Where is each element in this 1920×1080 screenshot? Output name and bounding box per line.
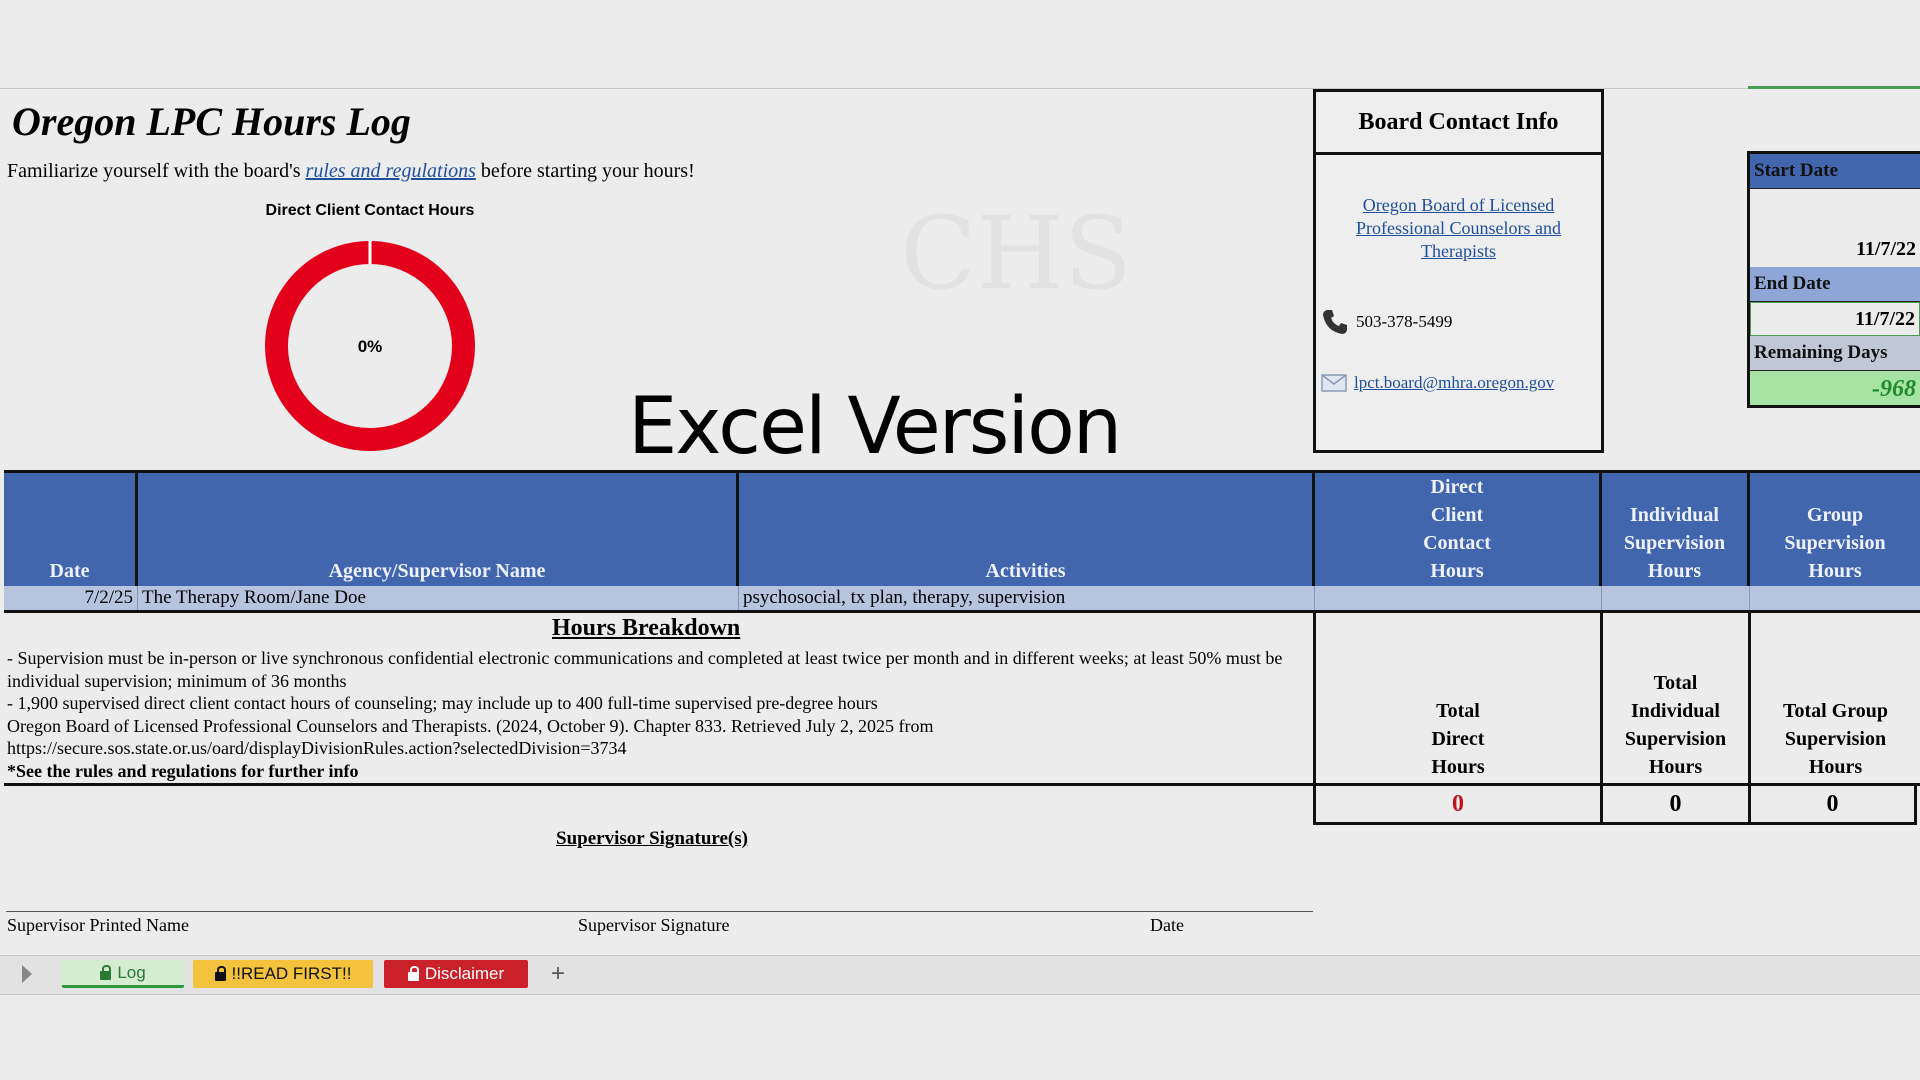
email-link[interactable]: lpct.board@mhra.oregon.gov — [1354, 373, 1554, 393]
hours-breakdown: Hours Breakdown - Supervision must be in… — [4, 613, 1314, 786]
donut-center-label: 0% — [358, 337, 383, 356]
breakdown-citation: Oregon Board of Licensed Professional Co… — [7, 715, 934, 759]
remaining-days-label: Remaining Days — [1750, 336, 1920, 371]
watermark-text: CHS — [900, 195, 1133, 312]
sheet-tab-bar: Log !!READ FIRST!! Disclaimer + — [0, 955, 1920, 995]
cell-direct-hours[interactable] — [1315, 586, 1602, 610]
date-panel: Start Date 11/7/22 End Date 11/7/22 Rema… — [1747, 151, 1920, 408]
sheet-top-border — [0, 88, 1920, 89]
totals-values: 0 0 0 — [1313, 786, 1917, 825]
header-direct-hours[interactable]: Direct Client Contact Hours — [1315, 473, 1602, 587]
cell-date[interactable]: 7/2/25 — [4, 586, 138, 610]
board-website-link[interactable]: Oregon Board of Licensed Professional Co… — [1336, 194, 1581, 263]
signature-label: Supervisor Signature — [578, 915, 730, 935]
lock-icon — [407, 966, 419, 981]
excel-version-overlay: Excel Version — [628, 382, 1122, 472]
subtitle-before: Familiarize yourself with the board's — [7, 160, 306, 182]
tab-read-first-label: !!READ FIRST!! — [231, 964, 352, 983]
end-date-value[interactable]: 11/7/22 — [1750, 302, 1920, 336]
page-title: Oregon LPC Hours Log — [12, 99, 411, 144]
tab-log[interactable]: Log — [62, 960, 184, 988]
totals-labels: Total Direct Hours Total Individual Supe… — [1313, 613, 1920, 786]
total-direct-label: Total Direct Hours — [1313, 613, 1600, 783]
table-header-row: Date Agency/Supervisor Name Activities D… — [4, 470, 1920, 590]
total-individual-label: Total Individual Supervision Hours — [1600, 613, 1748, 783]
tab-disclaimer-label: Disclaimer — [424, 964, 505, 983]
breakdown-title: Hours Breakdown — [552, 615, 741, 641]
start-date-value[interactable]: 11/7/22 — [1750, 189, 1920, 267]
board-email: lpct.board@mhra.oregon.gov — [1320, 372, 1554, 394]
signature-date-label: Date — [1150, 915, 1184, 935]
board-phone: 503-378-5499 — [1320, 307, 1452, 337]
selected-cell-marker — [1748, 86, 1920, 89]
table-row[interactable]: 7/2/25 The Therapy Room/Jane Doe psychos… — [4, 586, 1920, 613]
rules-link[interactable]: rules and regulations — [306, 160, 476, 182]
remaining-days-value: -968 — [1750, 371, 1920, 405]
cell-individual-hours[interactable] — [1602, 586, 1750, 610]
phone-number: 503-378-5499 — [1356, 312, 1453, 331]
subtitle: Familiarize yourself with the board's ru… — [7, 160, 695, 183]
total-individual-value: 0 — [1600, 786, 1748, 822]
header-date[interactable]: Date — [4, 473, 138, 587]
lock-icon — [214, 966, 226, 981]
breakdown-text: - Supervision must be in-person or live … — [7, 647, 1307, 782]
header-activities[interactable]: Activities — [739, 473, 1315, 587]
end-date-label: End Date — [1750, 267, 1920, 302]
total-direct-value: 0 — [1313, 786, 1600, 822]
tab-read-first[interactable]: !!READ FIRST!! — [193, 960, 373, 988]
board-contact-title: Board Contact Info — [1316, 92, 1601, 155]
add-sheet-button[interactable]: + — [546, 960, 570, 988]
printed-name-label: Supervisor Printed Name — [7, 915, 189, 935]
chart-title: Direct Client Contact Hours — [265, 202, 475, 219]
donut-chart: 0% — [265, 241, 475, 451]
mail-icon — [1321, 374, 1347, 392]
lock-icon — [100, 964, 112, 980]
total-group-label: Total Group Supervision Hours — [1748, 613, 1920, 783]
cell-activities[interactable]: psychosocial, tx plan, therapy, supervis… — [739, 586, 1315, 610]
breakdown-line: - 1,900 supervised direct client contact… — [7, 693, 878, 713]
header-individual-hours[interactable]: Individual Supervision Hours — [1602, 473, 1750, 587]
signature-title: Supervisor Signature(s) — [556, 828, 748, 849]
header-agency[interactable]: Agency/Supervisor Name — [138, 473, 739, 587]
signature-line — [6, 911, 1313, 912]
phone-icon — [1323, 310, 1347, 334]
start-date-label: Start Date — [1750, 154, 1920, 189]
board-contact-panel: Board Contact Info Oregon Board of Licen… — [1313, 89, 1604, 453]
scroll-tabs-right-icon[interactable] — [22, 965, 32, 983]
breakdown-note: *See the rules and regulations for furth… — [7, 760, 359, 781]
cell-agency[interactable]: The Therapy Room/Jane Doe — [138, 586, 739, 610]
cell-group-hours[interactable] — [1750, 586, 1920, 610]
tab-log-label: Log — [117, 962, 146, 982]
header-group-hours[interactable]: Group Supervision Hours — [1750, 473, 1920, 587]
total-group-value: 0 — [1748, 786, 1917, 822]
subtitle-after: before starting your hours! — [475, 160, 695, 182]
breakdown-line: - Supervision must be in-person or live … — [7, 648, 1283, 691]
tab-disclaimer[interactable]: Disclaimer — [384, 960, 528, 988]
